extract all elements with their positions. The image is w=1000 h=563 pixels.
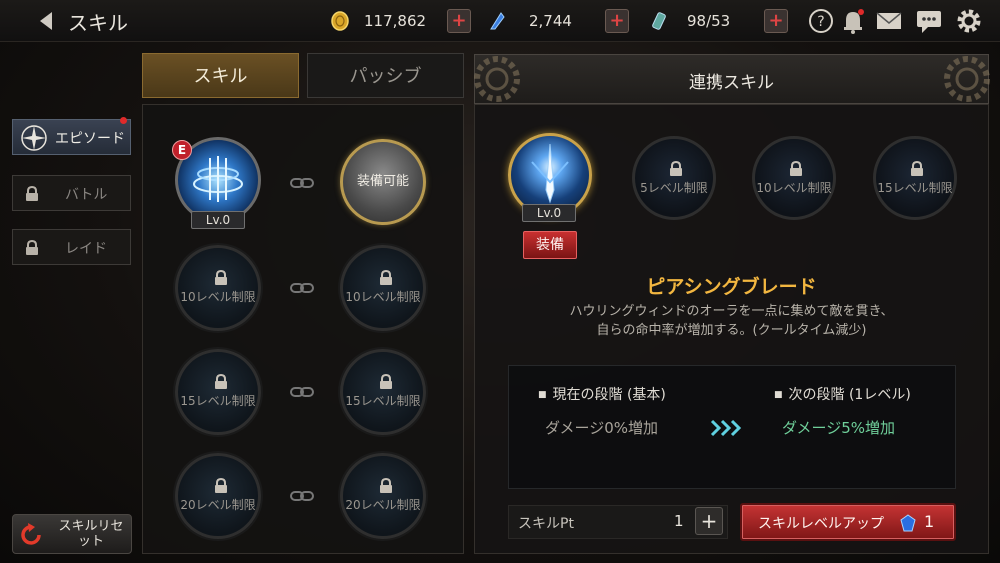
skill-level-tag: Lv.0 [191,211,245,229]
svg-text:?: ? [817,14,824,30]
sidebar-tab-label: レイド [65,241,107,257]
skill-level-up-button[interactable]: スキルレベルアップ 1 [740,503,956,541]
level-requirement-label: 10レベル制限 [756,181,832,195]
sidebar-tab-label: バトル [65,187,108,203]
current-stage-value: ダメージ0%増加 [545,419,659,437]
tab-skill[interactable]: スキル [142,53,299,98]
level-requirement-label: 5レベル制限 [640,181,708,195]
potion-counter: 98/53 [649,8,730,34]
level-up-cost: 1 [924,512,935,531]
settings-gear-icon[interactable] [954,6,984,36]
current-stage-text: 現在の段階 (基本) [552,387,666,403]
add-skill-point-button[interactable]: + [695,507,723,535]
linked-skill-slot-locked[interactable]: 15レベル制限 [873,136,957,220]
wind-skill-icon [193,156,243,202]
linked-skill-title: 連携スキル [689,73,774,93]
skill-description-line: ハウリングウィンドのオーラを一点に集めて敵を貫き、 [569,304,894,319]
page-title: スキル [68,11,128,35]
skill-slot-locked[interactable]: 10レベル制限 [175,245,261,331]
next-stage-text: 次の段階 (1レベル) [788,387,911,403]
skill-slot-locked[interactable]: 20レベル制限 [340,453,426,539]
chat-icon[interactable] [914,6,944,36]
level-requirement-label: 20レベル制限 [345,498,421,512]
back-arrow-icon[interactable] [34,9,58,33]
chain-link-icon [290,387,314,397]
tab-passive[interactable]: パッシブ [307,53,464,98]
linked-skill-level-tag: Lv.0 [522,204,576,222]
gold-coin-icon [331,11,349,31]
sidebar-tab-battle[interactable]: バトル [12,175,131,211]
level-requirement-label: 15レベル制限 [877,181,953,195]
level-up-label: スキルレベルアップ [758,516,884,532]
lock-icon [215,374,227,389]
skill-reset-label: スキルリセット [58,519,124,549]
skill-slot-locked[interactable]: 15レベル制限 [340,349,426,435]
level-requirement-label: 15レベル制限 [180,394,256,408]
add-crystal-button[interactable]: + [605,9,629,33]
blue-gem-icon [900,514,916,532]
potion-value: 98/53 [687,12,731,30]
skill-reset-button[interactable]: スキルリセット [12,514,132,554]
new-indicator-dot [120,117,127,124]
skill-slot-equippable[interactable]: 装備可能 [340,139,426,225]
equip-button[interactable]: 装備 [523,231,577,259]
add-gold-button[interactable]: + [447,9,471,33]
equipped-badge: E [172,140,192,160]
skill-description-line: 自らの命中率が増加する。(クールタイム減少) [596,323,867,338]
crystal-counter: 2,744 [487,8,572,34]
level-requirement-label: 10レベル制限 [180,290,256,304]
skill-slot-locked[interactable]: 20レベル制限 [175,453,261,539]
linked-skill-slot-locked[interactable]: 10レベル制限 [752,136,836,220]
skill-point-label: スキルPt [518,516,574,532]
chain-link-icon [290,283,314,293]
next-stage-label: ■ 次の段階 (1レベル) [774,387,911,403]
crystal-value: 2,744 [529,12,572,30]
sidebar-tab-label: エピソード [55,131,125,147]
chevron-right-arrows-icon [710,419,742,437]
chain-link-icon [290,491,314,501]
lock-icon [380,374,392,389]
help-icon[interactable]: ? [806,6,836,36]
gold-value: 117,862 [364,12,427,30]
skill-name: ピアシングブレード [646,276,817,298]
chain-link-icon [290,178,314,188]
reset-arrow-icon [21,523,41,545]
linked-skill-header: 連携スキル [474,54,990,104]
sidebar-tab-raid[interactable]: レイド [12,229,131,265]
skill-slot-locked[interactable]: 10レベル制限 [340,245,426,331]
lock-icon [26,240,38,255]
lock-icon [380,270,392,285]
current-stage-label: ■ 現在の段階 (基本) [538,387,666,403]
level-requirement-label: 20レベル制限 [180,498,256,512]
lock-icon [215,478,227,493]
sidebar-tab-episode[interactable]: エピソード [12,117,131,155]
potion-vial-icon [652,12,666,30]
skill-slot-locked[interactable]: 15レベル制限 [175,349,261,435]
skill-point-value: 1 [674,512,684,530]
add-potion-button[interactable]: + [764,9,788,33]
next-stage-value: ダメージ5%増加 [782,419,896,437]
mail-icon[interactable] [874,6,904,36]
blade-skill-icon [531,143,569,204]
level-requirement-label: 10レベル制限 [345,290,421,304]
lock-icon [670,161,682,176]
lock-icon [26,186,38,201]
notification-bell-icon[interactable] [838,6,868,36]
compass-emblem-icon [21,125,47,151]
lock-icon [790,161,802,176]
lock-icon [911,161,923,176]
linked-skill-slot-locked[interactable]: 5レベル制限 [632,136,716,220]
equippable-label: 装備可能 [356,174,409,189]
lock-icon [215,270,227,285]
crystal-icon [490,12,505,30]
gold-counter: 117,862 [330,8,426,34]
level-requirement-label: 15レベル制限 [345,394,421,408]
top-bar: スキル 117,862 + 2,744 + 98/53 + ? [0,0,1000,42]
skill-description: ハウリングウィンドのオーラを一点に集めて敵を貫き、 自らの命中率が増加する。(ク… [474,302,989,340]
lock-icon [380,478,392,493]
